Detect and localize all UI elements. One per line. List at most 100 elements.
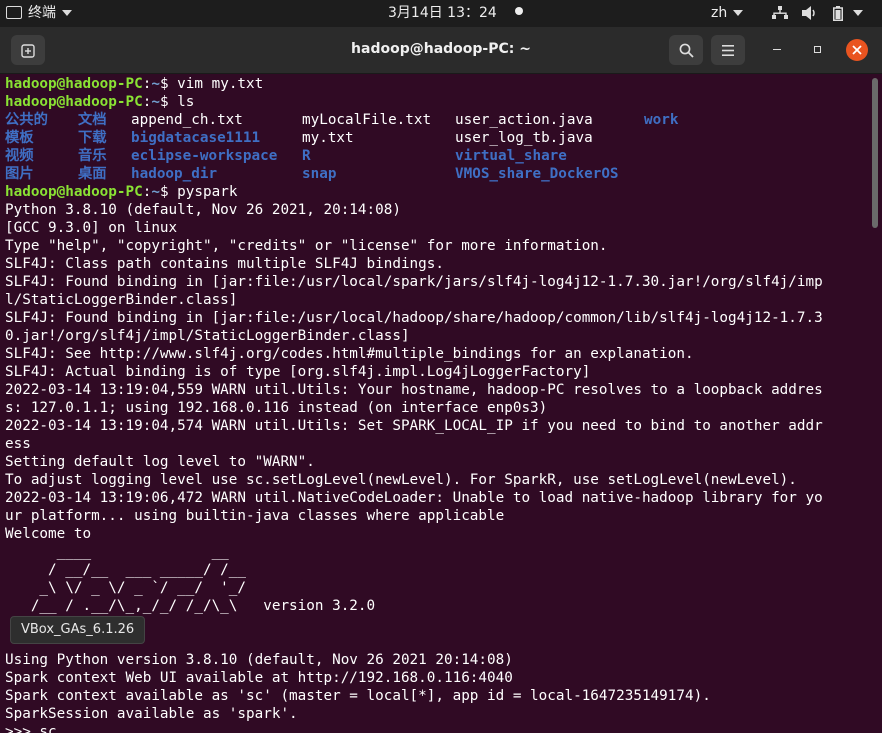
menu-button[interactable]	[711, 35, 745, 65]
prompt-line: hadoop@hadoop-PC:~$ ls	[5, 93, 870, 111]
ls-entry: 下载	[78, 130, 107, 146]
prompt-user: hadoop@hadoop-PC	[5, 184, 143, 200]
battery-icon	[832, 5, 843, 21]
command-text: vim my.txt	[177, 76, 264, 92]
ls-entry: 音乐	[78, 148, 107, 164]
output-line: ____ __	[5, 544, 229, 560]
output-line: l/StaticLoggerBinder.class]	[5, 292, 238, 308]
output-line: SparkSession available as 'spark'.	[5, 706, 298, 722]
tooltip: VBox_GAs_6.1.26	[10, 616, 146, 644]
input-method-menu[interactable]: zh	[711, 0, 744, 27]
app-menu-label: 终端	[28, 5, 56, 21]
window-title: hadoop@hadoop-PC: ~	[351, 41, 531, 57]
ls-entry: 公共的	[5, 112, 48, 128]
ls-entry: bigdatacase1111	[131, 130, 261, 146]
ls-entry: 模板	[5, 130, 34, 146]
prompt-dollar: $	[159, 184, 178, 200]
prompt-line: hadoop@hadoop-PC:~$ pyspark	[5, 183, 870, 201]
output-line: SLF4J: Found binding in [jar:file:/usr/l…	[5, 274, 823, 290]
output-line: s: 127.0.1.1; using 192.168.0.116 instea…	[5, 400, 548, 416]
ls-entry: 视频	[5, 148, 34, 164]
ls-entry: user_action.java	[455, 112, 593, 128]
clock-label: 3月14日 13：24	[388, 5, 497, 21]
ls-entry: 桌面	[78, 166, 107, 182]
ls-entry: hadoop_dir	[131, 166, 218, 182]
prompt-path: ~	[151, 94, 160, 110]
prompt-path: ~	[151, 76, 160, 92]
command-text: pyspark	[177, 184, 238, 200]
ls-entry: VMOS_share_DockerOS	[455, 166, 619, 182]
ls-entry: snap	[302, 166, 337, 182]
ls-entry: 文档	[78, 112, 107, 128]
output-line: >>> sc	[5, 724, 57, 733]
output-line: Python 3.8.10 (default, Nov 26 2021, 20:…	[5, 202, 401, 218]
new-tab-button[interactable]	[11, 35, 45, 65]
ls-row: 视频 音乐 eclipse-workspace Rvirtual_share	[5, 147, 870, 165]
app-menu[interactable]: 终端	[6, 0, 72, 27]
ls-entry: myLocalFile.txt	[302, 112, 432, 128]
output-line: ess	[5, 436, 31, 452]
system-top-bar: 终端 3月14日 13：24 zh	[0, 0, 882, 27]
ls-row: 公共的 文档 append_ch.txt myLocalFile.txt user_ac…	[5, 111, 870, 129]
ls-entry: work	[644, 112, 679, 128]
output-line: Setting default log level to "WARN".	[5, 454, 315, 470]
ls-listing: 公共的 文档 append_ch.txt myLocalFile.txt user_ac…	[5, 111, 870, 183]
close-icon	[852, 44, 862, 55]
minimize-button[interactable]	[766, 39, 788, 61]
output-line: SLF4J: See http://www.slf4j.org/codes.ht…	[5, 346, 694, 362]
output-line: To adjust logging level use sc.setLogLev…	[5, 472, 797, 488]
pyspark-output: Python 3.8.10 (default, Nov 26 2021, 20:…	[5, 201, 870, 733]
search-button[interactable]	[669, 35, 703, 65]
output-line: SLF4J: Found binding in [jar:file:/usr/l…	[5, 310, 823, 326]
output-line: Spark context Web UI available at http:/…	[5, 670, 513, 686]
chevron-down-icon	[853, 10, 864, 16]
new-tab-icon	[21, 43, 35, 58]
network-icon	[772, 6, 788, 19]
prompt-path: ~	[151, 184, 160, 200]
output-line: 2022-03-14 13:19:04,559 WARN util.Utils:…	[5, 382, 823, 398]
search-icon	[679, 43, 694, 58]
output-line: / __/__ ___ _____/ /__	[5, 562, 247, 578]
maximize-button[interactable]	[806, 39, 828, 61]
output-line: Type "help", "copyright", "credits" or "…	[5, 238, 608, 254]
prompt-user: hadoop@hadoop-PC	[5, 76, 143, 92]
output-line: 2022-03-14 13:19:04,574 WARN util.Utils:…	[5, 418, 823, 434]
window-title-bar: hadoop@hadoop-PC: ~	[0, 27, 882, 74]
ls-entry: my.txt	[302, 130, 354, 146]
scrollbar[interactable]	[872, 78, 878, 228]
output-line: Spark context available as 'sc' (master …	[5, 688, 711, 704]
minimize-icon	[773, 48, 781, 51]
close-button[interactable]	[846, 39, 868, 61]
output-line: /__ / .__/\_,_/_/ /_/\_\ version 3.2.0	[5, 598, 376, 614]
maximize-icon	[813, 46, 821, 53]
output-line: Welcome to	[5, 526, 92, 542]
output-line: Using Python version 3.8.10 (default, No…	[5, 652, 513, 668]
lang-label: zh	[711, 5, 728, 21]
chevron-down-icon	[733, 10, 744, 16]
ls-row: 图片 桌面 hadoop_dir snap VMOS_share_DockerOS	[5, 165, 870, 183]
ls-entry: append_ch.txt	[131, 112, 243, 128]
output-line: 0.jar!/org/slf4j/impl/StaticLoggerBinder…	[5, 328, 410, 344]
ls-entry: virtual_share	[455, 148, 567, 164]
notification-dot-icon	[515, 7, 524, 15]
output-line: ur platform... using builtin-java classe…	[5, 508, 505, 524]
ls-entry: eclipse-workspace	[131, 148, 278, 164]
ls-entry: user_log_tb.java	[455, 130, 593, 146]
prompt-line: hadoop@hadoop-PC:~$ vim my.txt	[5, 75, 870, 93]
ls-entry: R	[302, 148, 311, 164]
chevron-down-icon	[62, 10, 72, 16]
output-line: SLF4J: Class path contains multiple SLF4…	[5, 256, 444, 272]
command-text: ls	[177, 94, 195, 110]
volume-icon	[802, 6, 816, 20]
ls-row: 模板 下载 bigdatacase1111 my.txt user_log_tb.jav…	[5, 129, 870, 147]
prompt-dollar: $	[159, 94, 178, 110]
output-line: SLF4J: Actual binding is of type [org.sl…	[5, 364, 591, 380]
output-line: 2022-03-14 13:19:06,472 WARN util.Native…	[5, 490, 823, 506]
prompt-user: hadoop@hadoop-PC	[5, 94, 143, 110]
output-line: [GCC 9.3.0] on linux	[5, 220, 178, 236]
clock[interactable]: 3月14日 13：24	[388, 0, 524, 27]
terminal-icon	[6, 5, 22, 19]
ls-entry: 图片	[5, 166, 34, 182]
system-menu[interactable]	[772, 0, 864, 27]
prompt-dollar: $	[159, 76, 178, 92]
